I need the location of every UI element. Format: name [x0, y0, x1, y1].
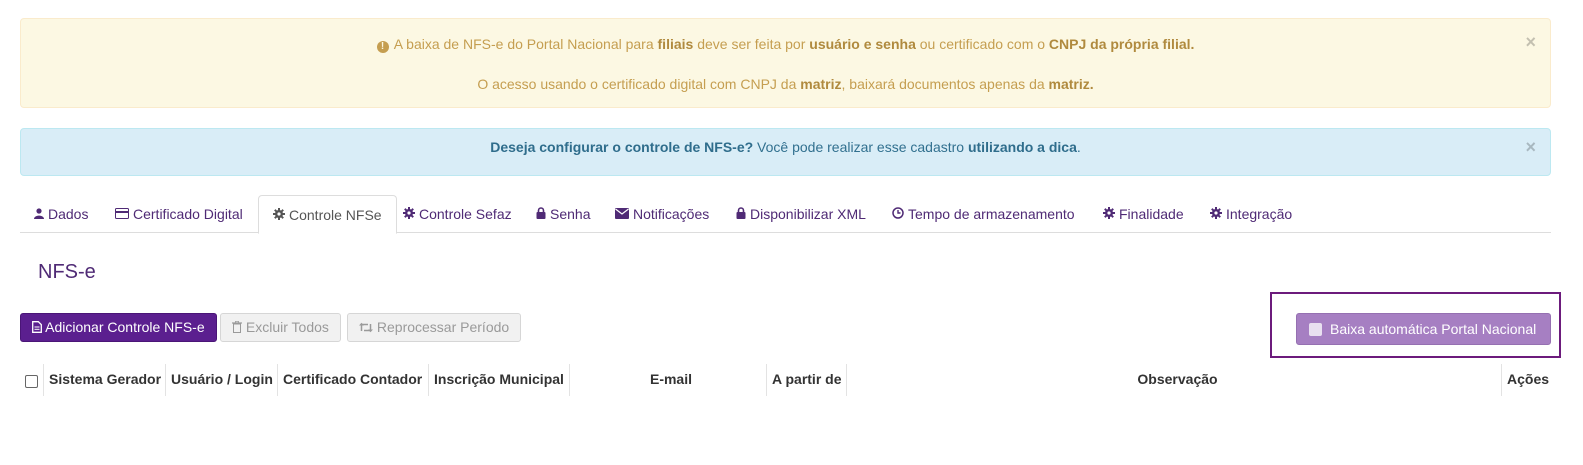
credit-card-icon — [115, 196, 129, 234]
gear-icon — [273, 197, 285, 235]
tab-notificacoes[interactable]: Notificações — [601, 195, 723, 233]
column-header[interactable]: Inscrição Municipal — [428, 364, 564, 396]
gear-icon — [403, 196, 415, 234]
tab-label: Controle Sefaz — [419, 206, 512, 222]
tab-label: Disponibilizar XML — [750, 206, 866, 222]
alert-emphasis: usuário e senha — [809, 36, 916, 52]
exclamation-circle-icon: ! — [376, 41, 389, 53]
alert-text: , baixará documentos apenas da — [841, 76, 1049, 92]
tab-label: Finalidade — [1119, 206, 1184, 222]
warning-alert-line1: ! A baixa de NFS-e do Portal Nacional pa… — [21, 36, 1550, 53]
reprocess-period-button[interactable]: Reprocessar Período — [347, 313, 522, 342]
warning-alert-text-2: O acesso usando o certificado digital co… — [21, 76, 1550, 92]
file-icon — [32, 319, 45, 335]
tab-disponibilizar-xml[interactable]: Disponibilizar XML — [722, 195, 880, 233]
tab-dados[interactable]: Dados — [20, 195, 102, 233]
info-alert: Deseja configurar o controle de NFS-e? V… — [20, 128, 1551, 176]
delete-all-button[interactable]: Excluir Todos — [220, 313, 341, 342]
alert-text: O acesso usando o certificado digital co… — [477, 76, 801, 92]
envelope-icon — [615, 196, 629, 234]
column-header[interactable]: Usuário / Login — [165, 364, 273, 396]
alert-emphasis: filiais — [657, 36, 694, 52]
table-header: Sistema Gerador Usuário / Login Certific… — [20, 364, 1551, 396]
trash-icon — [232, 319, 246, 335]
alert-emphasis: matriz — [800, 76, 842, 92]
tab-label: Certificado Digital — [133, 206, 243, 222]
warning-alert-text-1: A baixa de NFS-e do Portal Nacional para… — [394, 36, 1195, 52]
alert-text: deve ser feita por — [693, 36, 810, 52]
column-header[interactable]: E-mail — [569, 364, 767, 396]
tab-certificado-digital[interactable]: Certificado Digital — [101, 195, 257, 233]
column-header[interactable]: Observação — [846, 364, 1503, 396]
tab-label: Controle NFSe — [289, 207, 382, 223]
info-alert-text: Deseja configurar o controle de NFS-e? V… — [21, 139, 1550, 155]
tab-label: Integração — [1226, 206, 1293, 222]
tab-label: Tempo de armazenamento — [908, 206, 1075, 222]
close-icon[interactable]: × — [1525, 138, 1536, 156]
alert-text: Você pode realizar esse cadastro — [753, 139, 968, 155]
add-controle-nfse-button[interactable]: Adicionar Controle NFS-e — [20, 313, 217, 342]
gear-icon — [1103, 196, 1115, 234]
settings-tabs: Dados Certificado Digital Controle NFSe … — [20, 195, 1551, 234]
tab-finalidade[interactable]: Finalidade — [1089, 195, 1198, 233]
alert-emphasis: Deseja configurar o controle de NFS-e? — [490, 139, 754, 155]
alert-emphasis: CNPJ da própria filial. — [1048, 36, 1195, 52]
auto-download-toggle-button[interactable]: Baixa automática Portal Nacional — [1296, 313, 1551, 345]
retweet-icon — [359, 319, 377, 335]
column-header[interactable]: Certificado Contador — [277, 364, 422, 396]
column-header[interactable]: Sistema Gerador — [43, 364, 161, 396]
close-icon[interactable]: × — [1525, 33, 1536, 51]
tab-senha[interactable]: Senha — [522, 195, 604, 233]
tab-label: Senha — [550, 206, 591, 222]
column-header[interactable]: Ações — [1501, 364, 1549, 396]
lock-icon — [736, 196, 746, 234]
reprocess-period-label: Reprocessar Período — [376, 319, 510, 335]
checkbox-icon — [1309, 323, 1322, 336]
tab-label: Dados — [48, 206, 89, 222]
auto-download-label: Baixa automática Portal Nacional — [1330, 321, 1537, 337]
clock-icon — [892, 196, 904, 234]
user-icon — [34, 196, 44, 234]
alert-text: A baixa de NFS-e do Portal Nacional para — [393, 36, 658, 52]
alert-emphasis: utilizando a dica — [967, 139, 1077, 155]
page-title: NFS-e — [38, 261, 96, 283]
tab-integracao[interactable]: Integração — [1196, 195, 1306, 233]
add-controle-nfse-label: Adicionar Controle NFS-e — [45, 319, 205, 335]
lock-icon — [536, 196, 546, 234]
tab-tempo-armazenamento[interactable]: Tempo de armazenamento — [878, 195, 1089, 233]
column-header[interactable]: A partir de — [766, 364, 842, 396]
gear-icon — [1210, 196, 1222, 234]
tab-controle-sefaz[interactable]: Controle Sefaz — [389, 195, 526, 233]
tab-label: Notificações — [633, 206, 710, 222]
alert-text: . — [1076, 139, 1081, 155]
alert-emphasis: matriz. — [1048, 76, 1094, 92]
tab-controle-nfse[interactable]: Controle NFSe — [258, 195, 397, 234]
delete-all-label: Excluir Todos — [245, 319, 329, 335]
warning-alert: ! A baixa de NFS-e do Portal Nacional pa… — [20, 18, 1551, 108]
select-all-checkbox[interactable] — [25, 375, 38, 388]
alert-text: ou certificado com o — [915, 36, 1049, 52]
